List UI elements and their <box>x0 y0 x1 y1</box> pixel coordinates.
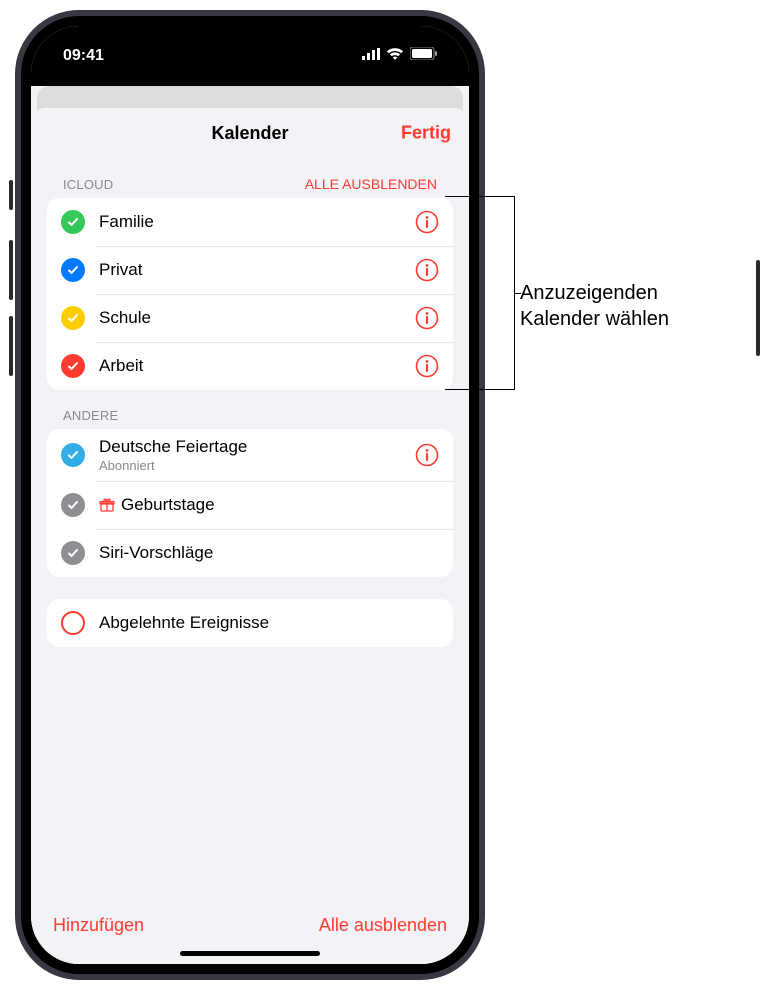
callout-bracket <box>475 196 515 390</box>
checkmark-icon[interactable] <box>61 541 85 565</box>
calendar-row-feiertage[interactable]: Deutsche Feiertage Abonniert <box>47 429 453 481</box>
calendar-row-arbeit[interactable]: Arbeit <box>47 342 453 390</box>
calendar-row-siri[interactable]: Siri-Vorschläge <box>47 529 453 577</box>
battery-icon <box>410 47 437 65</box>
declined-label: Abgelehnte Ereignisse <box>99 613 439 633</box>
info-icon[interactable] <box>415 210 439 234</box>
calendar-label: Schule <box>99 308 415 328</box>
calendar-sublabel: Abonniert <box>99 458 415 473</box>
screen: 09:41 Kalender Fertig <box>31 26 469 964</box>
andere-calendars-group: Deutsche Feiertage Abonniert <box>47 429 453 577</box>
checkmark-icon[interactable] <box>61 210 85 234</box>
calendars-sheet: Kalender Fertig ICLOUD ALLE AUSBLENDEN <box>31 108 469 964</box>
wifi-icon <box>386 47 404 65</box>
calendar-label: Familie <box>99 212 415 232</box>
hide-all-button[interactable]: Alle ausblenden <box>319 915 447 936</box>
calendar-label: Arbeit <box>99 356 415 376</box>
calendar-row-geburtstage[interactable]: Geburtstage <box>47 481 453 529</box>
info-icon[interactable] <box>415 354 439 378</box>
dynamic-island <box>187 44 313 80</box>
hide-all-icloud-button[interactable]: ALLE AUSBLENDEN <box>305 176 437 192</box>
calendar-label: Privat <box>99 260 415 280</box>
calendar-label: Geburtstage <box>121 495 215 515</box>
phone-frame: 09:41 Kalender Fertig <box>15 10 485 980</box>
section-title-icloud: ICLOUD <box>63 177 113 192</box>
calendar-label: Siri-Vorschläge <box>99 543 439 563</box>
add-calendar-button[interactable]: Hinzufügen <box>53 915 144 936</box>
cellular-icon <box>362 47 380 65</box>
calendar-label: Deutsche Feiertage <box>99 437 415 457</box>
callout-text: Anzuzeigenden Kalender wählen <box>520 280 669 332</box>
icloud-calendars-group: Familie Privat <box>47 198 453 390</box>
sheet-title: Kalender <box>211 123 288 144</box>
checkmark-icon[interactable] <box>61 443 85 467</box>
sheet-header: Kalender Fertig <box>31 108 469 158</box>
checkmark-icon[interactable] <box>61 258 85 282</box>
declined-events-row[interactable]: Abgelehnte Ereignisse <box>47 599 453 647</box>
info-icon[interactable] <box>415 443 439 467</box>
calendar-row-privat[interactable]: Privat <box>47 246 453 294</box>
section-title-andere: ANDERE <box>63 408 118 423</box>
calendar-row-schule[interactable]: Schule <box>47 294 453 342</box>
gift-icon <box>99 497 115 513</box>
info-icon[interactable] <box>415 258 439 282</box>
info-icon[interactable] <box>415 306 439 330</box>
status-time: 09:41 <box>63 47 104 65</box>
checkmark-icon[interactable] <box>61 493 85 517</box>
checkmark-icon[interactable] <box>61 306 85 330</box>
declined-group: Abgelehnte Ereignisse <box>47 599 453 647</box>
home-indicator[interactable] <box>180 951 320 956</box>
done-button[interactable]: Fertig <box>401 123 451 144</box>
checkmark-icon[interactable] <box>61 354 85 378</box>
unchecked-circle-icon[interactable] <box>61 611 85 635</box>
calendar-row-familie[interactable]: Familie <box>47 198 453 246</box>
